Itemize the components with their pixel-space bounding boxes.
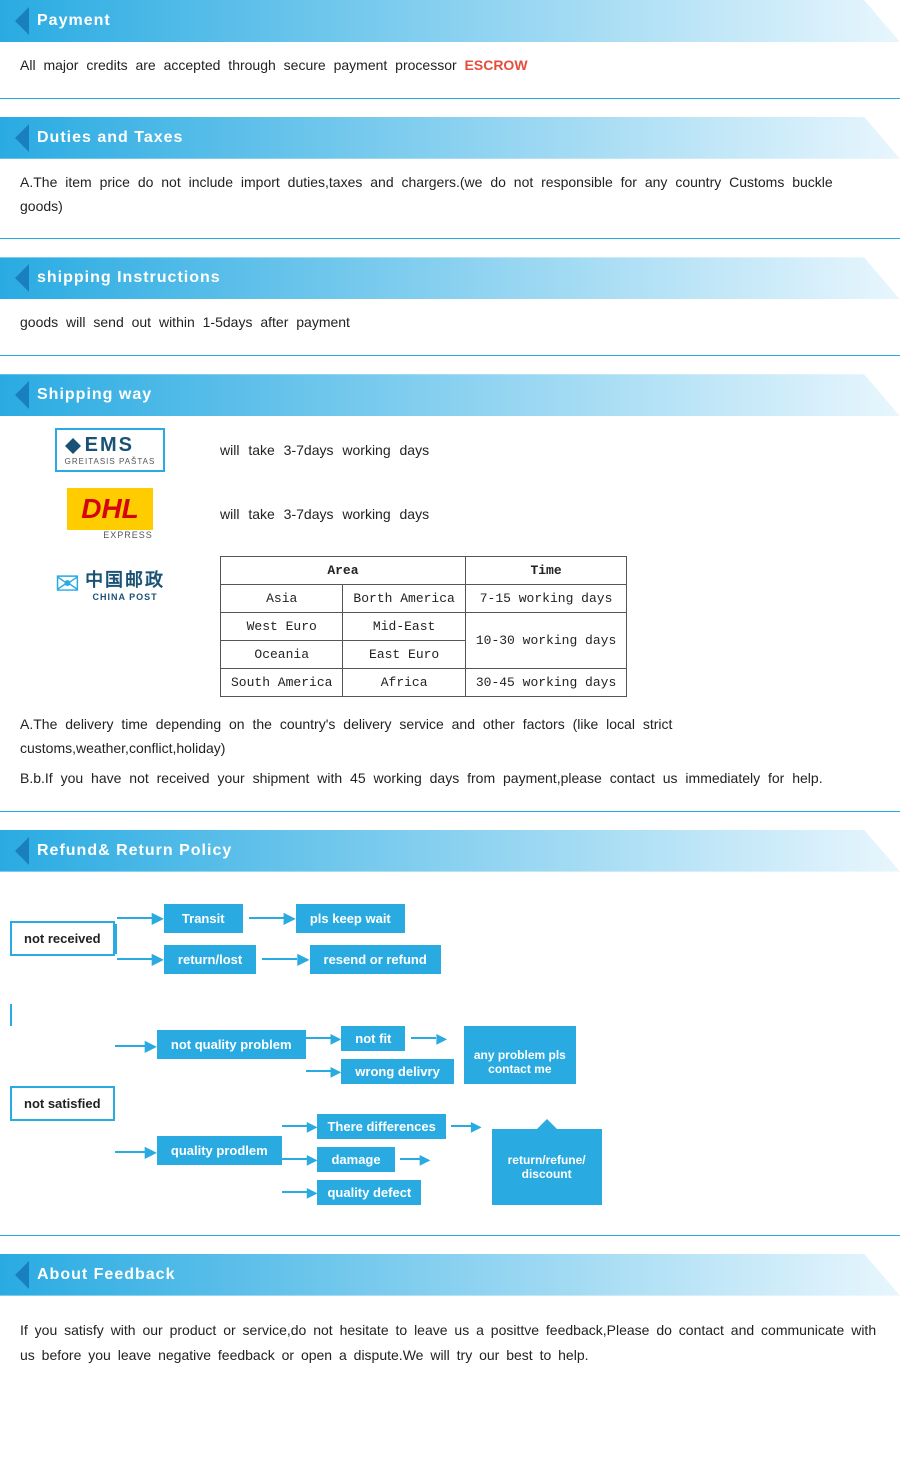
refund-header: Refund& Return Policy (0, 830, 900, 872)
there-differences-box: There differences (317, 1114, 445, 1139)
shipping-table: Area Time Asia Borth America 7-15 workin… (220, 556, 627, 697)
table-cell-africa: Africa (343, 669, 465, 697)
shipping-instructions-title: shipping Instructions (37, 269, 221, 287)
chinapost-cn: 中国邮政 (85, 566, 165, 592)
duties-body: A.The item price do not include import d… (0, 171, 900, 229)
payment-header: Payment (0, 0, 900, 42)
shipping-logos: EMS GREITASIS PAŠTAS will take 3-7days w… (0, 428, 900, 697)
table-header-area: Area (221, 557, 466, 585)
wrong-delivery-branch: ▶ wrong delivry (306, 1059, 454, 1084)
payment-divider (0, 98, 900, 99)
refund-title: Refund& Return Policy (37, 842, 232, 860)
not-quality-branch: ▶ not quality problem ▶ not fit (115, 1026, 602, 1084)
quality-defect-branch: ▶ quality defect (282, 1180, 482, 1205)
table-cell-oceania: Oceania (221, 641, 343, 669)
shipping-instructions-text: goods will send out within 1-5days after… (20, 314, 350, 330)
any-problem-callout: any problem pls contact me (464, 1026, 576, 1084)
duties-section: Duties and Taxes A.The item price do not… (0, 117, 900, 240)
payment-text: All major credits are accepted through s… (20, 57, 457, 73)
shipping-notes: A.The delivery time depending on the cou… (0, 713, 900, 800)
chinapost-en: CHINA POST (92, 592, 157, 602)
damage-box: damage (317, 1147, 394, 1172)
return-refund-callout: return/refune/ discount (492, 1129, 602, 1205)
not-satisfied-box: not satisfied (10, 1086, 115, 1121)
duties-header: Duties and Taxes (0, 117, 900, 159)
chinapost-logo: ✉ 中国邮政 CHINA POST (55, 566, 165, 602)
return-lost-box: return/lost (164, 945, 256, 974)
feedback-title: About Feedback (37, 1266, 175, 1284)
shipping-note-b: B.b.If you have not received your shipme… (20, 767, 880, 791)
payment-section: Payment All major credits are accepted t… (0, 0, 900, 99)
any-problem-box: any problem pls contact me (464, 1026, 576, 1084)
shipping-instructions-divider (0, 355, 900, 356)
shipping-note-a: A.The delivery time depending on the cou… (20, 713, 880, 761)
table-header-time: Time (465, 557, 626, 585)
duties-divider (0, 238, 900, 239)
not-received-group: not received ▶ Transit (10, 904, 890, 974)
table-cell-10-30: 10-30 working days (465, 613, 626, 669)
dhl-logo-box: DHL EXPRESS (20, 488, 200, 540)
duties-title: Duties and Taxes (37, 129, 183, 147)
quality-defect-box: quality defect (317, 1180, 421, 1205)
resend-refund-box: resend or refund (310, 945, 441, 974)
duties-text: A.The item price do not include import d… (20, 174, 833, 214)
shipping-instructions-header: shipping Instructions (0, 257, 900, 299)
chinapost-icon: ✉ (55, 567, 80, 602)
quality-problem-box: quality prodlem (157, 1136, 282, 1165)
pls-keep-wait-box: pls keep wait (296, 904, 405, 933)
dhl-delivery-text: will take 3-7days working days (220, 506, 429, 522)
not-fit-box: not fit (341, 1026, 405, 1051)
transit-branch: ▶ Transit ▶ pls keep wait (117, 904, 441, 933)
refund-divider (0, 1235, 900, 1236)
shipping-way-header: Shipping way (0, 374, 900, 416)
feedback-body: If you satisfy with our product or servi… (0, 1308, 900, 1388)
return-lost-branch: ▶ return/lost ▶ resend or refund (117, 945, 441, 974)
escrow-highlight: ESCROW (465, 57, 528, 73)
table-cell-west-euro: West Euro (221, 613, 343, 641)
feedback-section: About Feedback If you satisfy with our p… (0, 1254, 900, 1388)
ems-icon (65, 438, 81, 454)
feedback-header: About Feedback (0, 1254, 900, 1296)
not-quality-problem-box: not quality problem (157, 1030, 306, 1059)
shipping-instructions-body: goods will send out within 1-5days after… (0, 311, 900, 345)
table-cell-30-45: 30-45 working days (465, 669, 626, 697)
return-refund-box: return/refune/ discount (492, 1129, 602, 1205)
dhl-text: DHL (81, 493, 139, 524)
damage-branch: ▶ damage ▶ (282, 1147, 482, 1172)
ems-text: EMS (85, 434, 134, 457)
transit-box: Transit (164, 904, 243, 933)
shipping-way-divider (0, 811, 900, 812)
shipping-instructions-section: shipping Instructions goods will send ou… (0, 257, 900, 356)
not-satisfied-group: not satisfied ▶ not quality problem (10, 1026, 890, 1205)
ems-delivery-text: will take 3-7days working days (220, 442, 429, 458)
feedback-text: If you satisfy with our product or servi… (20, 1322, 876, 1363)
shipping-way-title: Shipping way (37, 386, 152, 404)
there-differences-branch: ▶ There differences ▶ (282, 1114, 482, 1139)
shipping-way-section: Shipping way EMS GREITASIS PAŠTAS will t… (0, 374, 900, 811)
quality-branch: ▶ quality prodlem ▶ There differences (115, 1114, 602, 1205)
ems-logo-box: EMS GREITASIS PAŠTAS (20, 428, 200, 472)
chinapost-logo-box: ✉ 中国邮政 CHINA POST (20, 566, 200, 602)
payment-body: All major credits are accepted through s… (0, 54, 900, 88)
dhl-row: DHL EXPRESS will take 3-7days working da… (20, 488, 880, 540)
not-received-box: not received (10, 921, 115, 956)
chinapost-row: ✉ 中国邮政 CHINA POST Area Time Asia Borth A… (20, 556, 880, 697)
not-fit-branch: ▶ not fit ▶ (306, 1026, 454, 1051)
wrong-delivery-box: wrong delivry (341, 1059, 454, 1084)
payment-title: Payment (37, 12, 111, 30)
table-cell-east-euro: East Euro (343, 641, 465, 669)
table-cell-asia: Asia (221, 585, 343, 613)
ems-row: EMS GREITASIS PAŠTAS will take 3-7days w… (20, 428, 880, 472)
table-cell-borth-america: Borth America (343, 585, 465, 613)
chinapost-text: 中国邮政 CHINA POST (85, 566, 165, 602)
flowchart-container: not received ▶ Transit (0, 884, 900, 1225)
table-cell-mid-east: Mid-East (343, 613, 465, 641)
ems-subtext: GREITASIS PAŠTAS (65, 457, 156, 466)
table-cell-south-america: South America (221, 669, 343, 697)
table-cell-7-15: 7-15 working days (465, 585, 626, 613)
refund-section: Refund& Return Policy not received (0, 830, 900, 1236)
dhl-subtext: EXPRESS (103, 530, 153, 540)
